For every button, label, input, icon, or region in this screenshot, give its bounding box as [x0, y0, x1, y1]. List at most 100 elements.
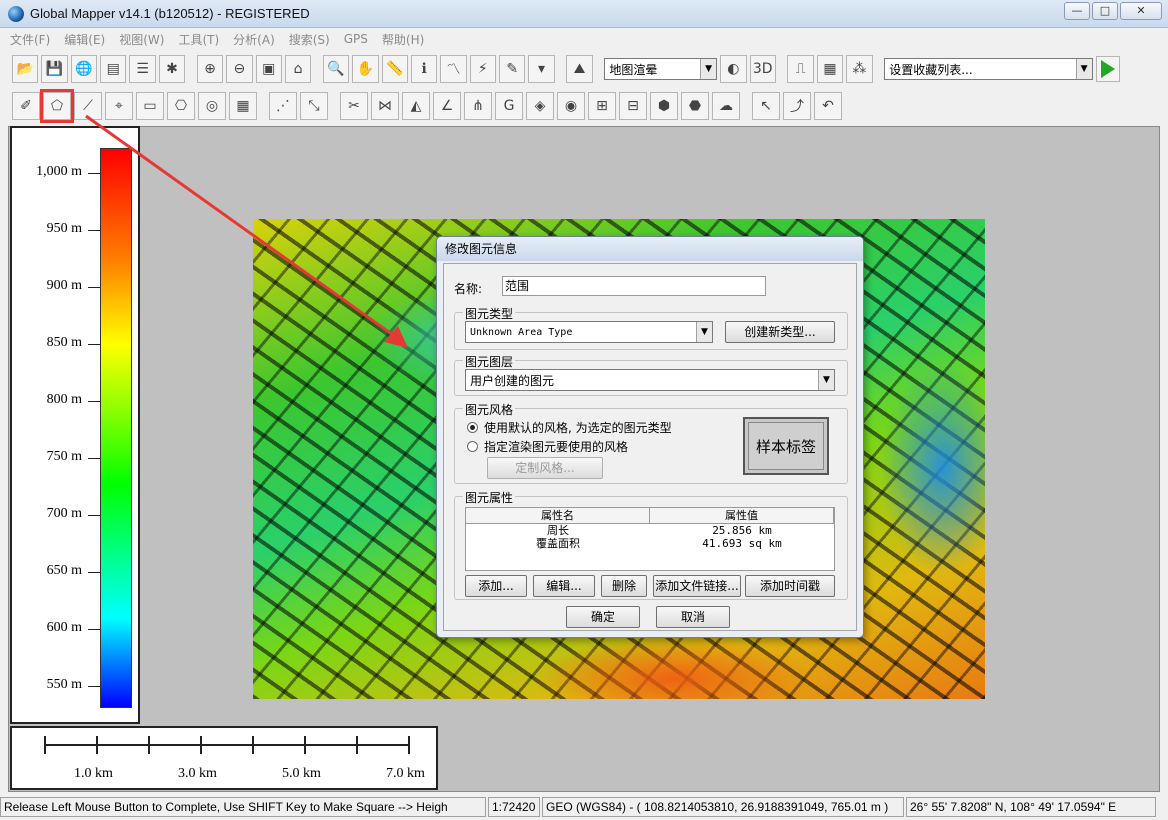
menu-gps[interactable]: GPS [344, 32, 368, 46]
area-buffer-icon[interactable]: ⬢ [650, 92, 678, 120]
legend-tick-label: 650 m [46, 563, 82, 578]
menu-edit[interactable]: 编辑(E) [64, 31, 105, 48]
name-input[interactable]: 范围 [502, 276, 766, 296]
vertex-move-icon[interactable]: ⤡ [300, 92, 328, 120]
add-timestamp-button[interactable]: 添加时间戳 [745, 575, 835, 597]
path-profile-icon[interactable]: 〽 [440, 55, 467, 83]
scale-bar: 1.0 km 3.0 km 5.0 km 7.0 km [10, 726, 438, 790]
maximize-button[interactable]: □ [1092, 2, 1118, 20]
scale-tick [252, 736, 254, 754]
attributes-table[interactable]: 属性名 属性值 周长 25.856 km 覆盖面积 41.693 sq km [465, 507, 835, 571]
menu-analysis[interactable]: 分析(A) [233, 31, 275, 48]
table-row[interactable]: 周长 25.856 km [466, 524, 834, 537]
line-branch-icon[interactable]: ⋔ [464, 92, 492, 120]
run-favorite-button[interactable] [1095, 56, 1121, 82]
shader-icon[interactable]: ◐ [720, 55, 747, 83]
map-catalog-icon[interactable]: ▦ [816, 55, 844, 83]
edit-feature-icon[interactable]: ✐ [12, 92, 40, 120]
area-split-icon[interactable]: ⊟ [619, 92, 647, 120]
create-grid-icon[interactable]: ▦ [229, 92, 257, 120]
attr-value-header[interactable]: 属性值 [650, 508, 834, 523]
create-rect-icon[interactable]: ▭ [136, 92, 164, 120]
create-code-icon[interactable]: ⎔ [167, 92, 195, 120]
digitizer-icon[interactable]: ✎ [499, 55, 526, 83]
edit-attribute-button[interactable]: 编辑... [533, 575, 595, 597]
modify-feature-dialog: 修改图元信息 名称: 范围 图元类型 Unknown Area Type ▼ 创… [436, 236, 864, 638]
feature-info-icon[interactable]: ℹ [410, 55, 438, 83]
radio-icon[interactable] [467, 441, 478, 452]
menu-tools[interactable]: 工具(T) [178, 31, 219, 48]
pan-hand-icon[interactable]: ✋ [352, 55, 379, 83]
geo-icon[interactable]: G [495, 92, 523, 120]
cancel-button[interactable]: 取消 [656, 606, 730, 628]
split-line-icon[interactable]: ✂ [340, 92, 368, 120]
favorites-select[interactable]: 设置收藏列表... ▼ [884, 58, 1093, 80]
ok-button[interactable]: 确定 [566, 606, 640, 628]
export-icon[interactable]: ⤴ [783, 92, 811, 120]
vertex-edit-icon[interactable]: ⋰ [269, 92, 297, 120]
area-grid-icon[interactable]: ⊞ [588, 92, 616, 120]
grid-icon[interactable]: ⁂ [846, 55, 873, 83]
area-merge-icon[interactable]: ◉ [557, 92, 585, 120]
undo-move-icon[interactable]: ↖ [752, 92, 780, 120]
table-row[interactable]: 覆盖面积 41.693 sq km [466, 537, 834, 550]
close-button[interactable]: ✕ [1120, 2, 1162, 20]
zoom-out-icon[interactable]: ⊖ [226, 55, 253, 83]
delete-attribute-button[interactable]: 删除 [601, 575, 647, 597]
legend-tick [88, 515, 100, 516]
zoom-tool-icon[interactable]: 🔍 [322, 55, 350, 83]
layer-icon[interactable]: ⎍ [787, 55, 814, 83]
menu-search[interactable]: 搜索(S) [289, 31, 330, 48]
render-mode-select[interactable]: 地图渲晕 ▼ [604, 58, 718, 80]
legend-tick-label: 950 m [46, 221, 82, 236]
create-type-button[interactable]: 创建新类型... [725, 321, 835, 343]
area-smooth-icon[interactable]: ☁ [712, 92, 740, 120]
dialog-body: 名称: 范围 图元类型 Unknown Area Type ▼ 创建新类型...… [443, 263, 857, 631]
feature-layer-value: 用户创建的图元 [470, 373, 555, 388]
dropdown-tool-icon[interactable]: ▾ [528, 55, 555, 83]
control-center-icon[interactable]: ▤ [100, 55, 127, 83]
home-icon[interactable]: ⌂ [284, 55, 312, 83]
style-custom-option[interactable]: 指定渲染图元要使用的风格 [467, 438, 628, 455]
create-line-icon[interactable]: ⟋ [74, 92, 102, 120]
view-shed-icon[interactable]: ⚡ [469, 55, 496, 83]
radio-checked-icon[interactable] [467, 422, 478, 433]
style-default-label: 使用默认的风格, 为选定的图元类型 [484, 421, 672, 435]
legend-tick-label: 1,000 m [36, 164, 82, 179]
menu-view[interactable]: 视图(W) [119, 31, 164, 48]
feature-layer-select[interactable]: 用户创建的图元 ▼ [465, 369, 835, 391]
join-line-icon[interactable]: ⋈ [371, 92, 399, 120]
attr-value-cell: 25.856 km [712, 524, 772, 537]
line-angle-icon[interactable]: ∠ [433, 92, 461, 120]
area-union-icon[interactable]: ⬣ [681, 92, 709, 120]
create-area-icon[interactable]: ⬠ [40, 89, 74, 123]
unload-icon[interactable]: ✱ [158, 55, 186, 83]
feature-type-select[interactable]: Unknown Area Type ▼ [465, 321, 713, 343]
undo-icon[interactable]: ↶ [814, 92, 842, 120]
3d-view-icon[interactable]: ⛰ [566, 55, 593, 83]
attr-name-header[interactable]: 属性名 [466, 508, 650, 523]
add-file-link-button[interactable]: 添加文件链接... [653, 575, 741, 597]
create-circles-icon[interactable]: ◎ [198, 92, 226, 120]
config-icon[interactable]: ☰ [129, 55, 156, 83]
feature-style-legend: 图元风格 [463, 401, 516, 418]
3d-shader-icon[interactable]: 3D [749, 55, 776, 83]
menu-file[interactable]: 文件(F) [10, 31, 50, 48]
save-icon[interactable]: 💾 [41, 55, 68, 83]
globe-app-icon [8, 5, 24, 22]
add-attribute-button[interactable]: 添加... [465, 575, 527, 597]
area-edit-icon[interactable]: ◭ [402, 92, 430, 120]
zoom-full-icon[interactable]: ▣ [255, 55, 282, 83]
open-folder-icon[interactable]: 📂 [12, 55, 39, 83]
style-default-option[interactable]: 使用默认的风格, 为选定的图元类型 [467, 419, 672, 436]
minimize-button[interactable]: — [1064, 2, 1090, 20]
create-point-icon[interactable]: ⌖ [105, 92, 133, 120]
measure-icon[interactable]: 📏 [381, 55, 408, 83]
custom-style-button[interactable]: 定制风格... [487, 457, 603, 479]
menu-help[interactable]: 帮助(H) [382, 31, 424, 48]
area-cut-icon[interactable]: ◈ [526, 92, 554, 120]
scale-tick [304, 736, 306, 754]
zoom-in-icon[interactable]: ⊕ [196, 55, 224, 83]
globe-icon[interactable]: 🌐 [70, 55, 98, 83]
legend-tick [88, 173, 100, 174]
